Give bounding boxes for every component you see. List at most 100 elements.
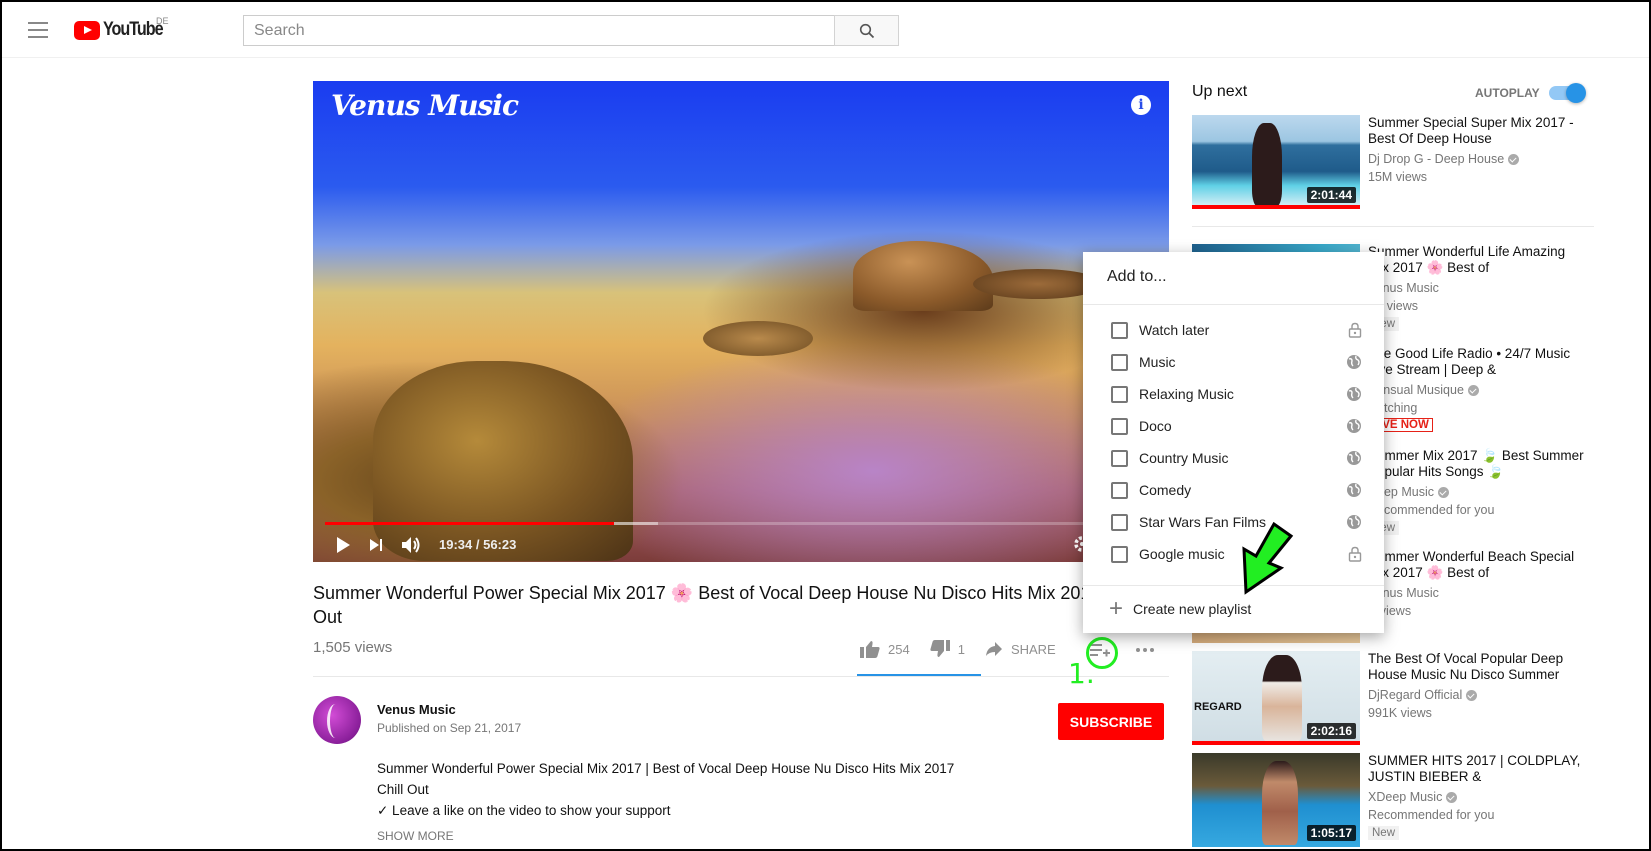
playlist-option-watch-later[interactable]: Watch later — [1083, 314, 1384, 346]
progress-bar[interactable] — [325, 522, 1157, 525]
volume-button[interactable] — [401, 536, 421, 554]
info-icon[interactable]: i — [1131, 95, 1151, 115]
recommended-video[interactable]: 1:05:17 SUMMER HITS 2017 | COLDPLAY, JUS… — [1192, 753, 1612, 849]
globe-icon — [1347, 483, 1361, 497]
time-display: 19:34 / 56:23 — [439, 537, 517, 552]
youtube-play-icon — [74, 20, 100, 40]
search-input[interactable] — [243, 15, 834, 46]
checkbox[interactable] — [1111, 321, 1128, 339]
checkbox[interactable] — [1111, 353, 1128, 371]
divider — [1192, 226, 1594, 227]
next-icon — [370, 538, 382, 551]
video-title[interactable]: Summer Mix 2017 🍃 Best Summer Popular Hi… — [1368, 448, 1588, 480]
video-title[interactable]: Summer Wonderful Life Amazing Mix 2017 🌸… — [1368, 244, 1588, 276]
playlist-option-relaxing-music[interactable]: Relaxing Music — [1083, 378, 1384, 410]
checkbox[interactable] — [1111, 417, 1128, 435]
search-bar — [243, 15, 899, 46]
view-count: 1,505 views — [313, 639, 393, 656]
verified-icon — [1466, 689, 1478, 701]
checkbox[interactable] — [1111, 385, 1128, 403]
masthead: YouTube DE — [2, 2, 1649, 58]
video-description: Summer Wonderful Power Special Mix 2017 … — [377, 758, 954, 821]
video-title[interactable]: Summer Wonderful Beach Special Mix 2017 … — [1368, 549, 1588, 581]
progress-played — [325, 522, 614, 525]
video-thumbnail[interactable]: 1:05:17 — [1192, 753, 1360, 847]
checkbox[interactable] — [1111, 545, 1128, 563]
new-badge: New — [1368, 826, 1400, 840]
playlist-label: Relaxing Music — [1139, 386, 1234, 402]
recommended-video[interactable]: 2:01:44 Summer Special Super Mix 2017 - … — [1192, 115, 1612, 211]
toggle-knob — [1566, 83, 1586, 103]
publish-date: Published on Sep 21, 2017 — [377, 721, 522, 735]
video-title[interactable]: The Good Life Radio • 24/7 Music Live St… — [1368, 346, 1588, 378]
verified-icon — [1438, 486, 1449, 498]
like-count: 254 — [888, 641, 910, 657]
channel-label: DjRegard Official — [1368, 688, 1463, 702]
playlist-label: Country Music — [1139, 450, 1229, 466]
verified-icon — [1467, 384, 1479, 396]
video-owner: Venus Music Published on Sep 21, 2017 — [313, 694, 1173, 746]
country-code: DE — [156, 16, 169, 26]
video-thumbnail[interactable]: 2:01:44 — [1192, 115, 1360, 209]
channel-name: DjRegard Official — [1368, 688, 1478, 702]
globe-icon — [1347, 355, 1361, 369]
watched-progress — [1192, 741, 1360, 745]
channel-label: Dj Drop G - Deep House — [1368, 152, 1505, 166]
share-icon — [985, 642, 1002, 656]
video-meta: Recommended for you — [1368, 503, 1495, 517]
playlist-option-doco[interactable]: Doco — [1083, 410, 1384, 442]
playlist-option-comedy[interactable]: Comedy — [1083, 474, 1384, 506]
video-player[interactable]: Venus Music i 19:34 / 56:23 HD — [313, 81, 1169, 562]
like-button[interactable]: 254 — [860, 640, 910, 658]
globe-icon — [1347, 387, 1361, 401]
divider — [1083, 304, 1384, 305]
youtube-logo[interactable]: YouTube DE — [74, 16, 173, 41]
playlist-label: Watch later — [1139, 322, 1210, 338]
video-meta: 15M views — [1368, 170, 1428, 184]
channel-name[interactable]: Venus Music — [377, 702, 456, 717]
checkbox[interactable] — [1111, 481, 1128, 499]
autoplay-toggle[interactable] — [1549, 83, 1586, 103]
subscribe-button[interactable]: SUBSCRIBE — [1058, 703, 1164, 740]
annotation-arrow-icon — [1242, 521, 1294, 595]
channel-name: Sensual Musique — [1368, 383, 1479, 397]
share-button[interactable]: SHARE — [985, 641, 1056, 657]
autoplay-label: AUTOPLAY — [1475, 86, 1540, 100]
playlist-label: Music — [1139, 354, 1176, 370]
video-meta: Recommended for you — [1368, 808, 1495, 822]
next-button[interactable] — [369, 538, 383, 552]
channel-avatar[interactable] — [313, 696, 361, 744]
channel-watermark[interactable]: Venus Music — [331, 89, 519, 122]
playlist-option-country-music[interactable]: Country Music — [1083, 442, 1384, 474]
lock-icon — [1348, 546, 1362, 562]
checkbox[interactable] — [1111, 513, 1128, 531]
show-more-button[interactable]: SHOW MORE — [377, 829, 454, 843]
play-button[interactable] — [335, 536, 351, 554]
more-actions-button[interactable] — [1136, 648, 1154, 652]
search-icon — [859, 23, 874, 38]
channel-name: XDeep Music — [1368, 790, 1458, 804]
thumbs-up-icon — [860, 641, 880, 658]
divider — [313, 676, 1169, 677]
lock-icon — [1348, 322, 1362, 338]
annotation-step-label: 1. — [1068, 657, 1095, 690]
checkbox[interactable] — [1111, 449, 1128, 467]
recommended-video[interactable]: REGARD 2:02:16 The Best Of Vocal Popular… — [1192, 651, 1612, 747]
share-label: SHARE — [1010, 641, 1056, 657]
video-title[interactable]: Summer Special Super Mix 2017 - Best Of … — [1368, 115, 1588, 147]
video-title[interactable]: The Best Of Vocal Popular Deep House Mus… — [1368, 651, 1588, 683]
video-duration: 1:05:17 — [1306, 825, 1356, 841]
video-title[interactable]: SUMMER HITS 2017 | COLDPLAY, JUSTIN BIEB… — [1368, 753, 1588, 785]
video-meta: 991K views — [1368, 706, 1432, 720]
dislike-button[interactable]: 1 — [930, 640, 965, 658]
description-line: Summer Wonderful Power Special Mix 2017 … — [377, 761, 955, 776]
dialog-title: Add to... — [1107, 268, 1167, 285]
playlist-option-music[interactable]: Music — [1083, 346, 1384, 378]
playlist-label: Comedy — [1139, 482, 1192, 498]
video-thumbnail[interactable]: REGARD 2:02:16 — [1192, 651, 1360, 745]
globe-icon — [1347, 419, 1361, 433]
play-icon — [337, 536, 350, 553]
create-new-playlist-button[interactable]: + Create new playlist — [1109, 597, 1251, 621]
search-button[interactable] — [834, 15, 899, 46]
menu-icon[interactable] — [28, 22, 48, 38]
